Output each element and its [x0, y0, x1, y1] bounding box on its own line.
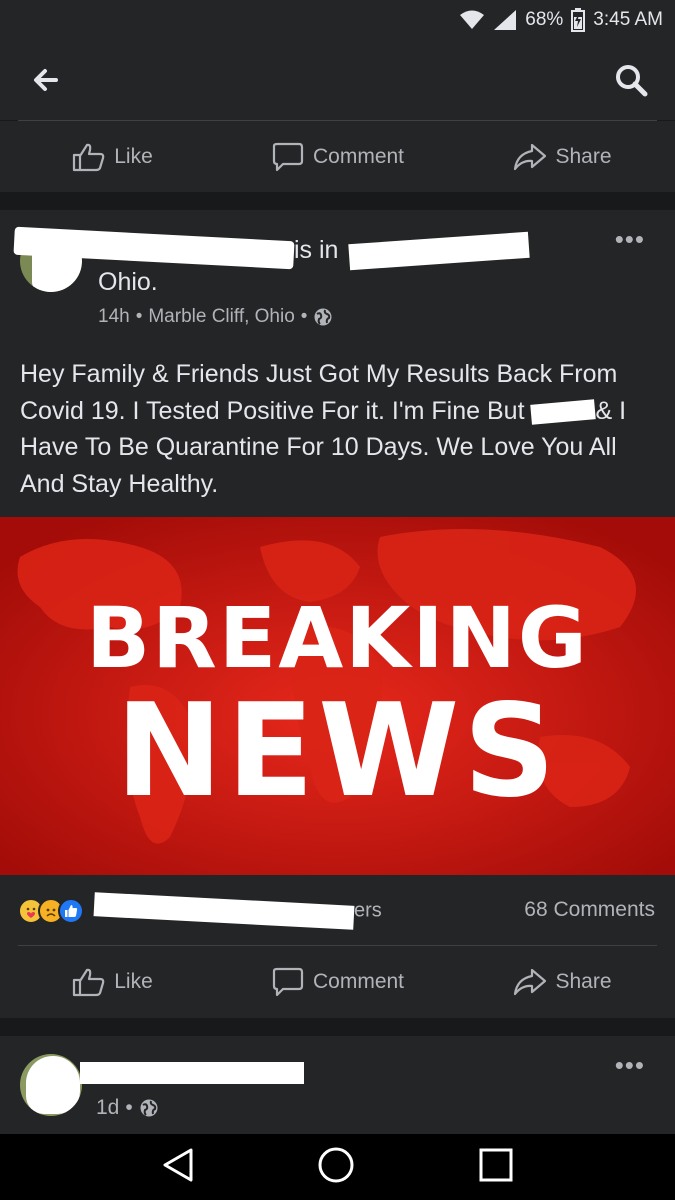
comment-button[interactable]: Comment [225, 946, 450, 1018]
location-redaction [348, 232, 531, 271]
more-options-icon[interactable]: ••• [615, 1052, 645, 1078]
post-meta: 14h • Marble Cliff, Ohio • [98, 306, 333, 328]
share-arrow-icon [514, 968, 547, 996]
back-arrow-icon[interactable] [30, 64, 62, 96]
post-time[interactable]: 14h [98, 306, 130, 328]
post-time[interactable]: 1d [96, 1096, 119, 1120]
meta-separator: • [135, 306, 143, 327]
wifi-icon [459, 10, 485, 30]
android-navigation-bar [0, 1134, 675, 1200]
comment-label: Comment [312, 144, 405, 168]
share-button[interactable]: Share [450, 946, 675, 1018]
comment-bubble-icon [272, 967, 304, 997]
meta-separator: • [125, 1096, 133, 1119]
post-action-bar: Like Comment Share [0, 946, 675, 1018]
feed-gap [0, 1018, 675, 1036]
avatar-redaction [26, 1056, 80, 1114]
clock-time: 3:45 AM [593, 9, 663, 30]
previous-post-action-bar: Like Comment Share [0, 121, 675, 192]
battery-level: 68% [525, 9, 564, 30]
like-label: Like [114, 970, 153, 993]
post-text-part1: Hey Family & Friends Just Got My Results… [20, 360, 618, 425]
reaction-names-tail: ers [354, 899, 382, 922]
battery-icon [571, 8, 586, 32]
news-headline-line1: BREAKING [86, 589, 589, 687]
comment-label: Comment [312, 970, 405, 993]
next-post-card: ••• 1d • [0, 1036, 675, 1134]
like-button[interactable]: Like [0, 946, 225, 1018]
reaction-names[interactable]: ers [93, 892, 382, 930]
author-suffix: is in [294, 236, 339, 264]
news-headline-line2: NEWS [115, 677, 560, 826]
share-button[interactable]: Share [450, 121, 675, 192]
globe-icon [314, 308, 332, 326]
post-card: is in Ohio. ••• 14h • Marble Cliff, Ohio… [0, 210, 675, 1018]
back-triangle-icon[interactable] [161, 1147, 195, 1188]
signal-icon [493, 9, 517, 31]
comment-bubble-icon [272, 142, 304, 171]
feed-gap [0, 192, 675, 210]
thumbs-up-icon [73, 968, 105, 997]
recents-square-icon[interactable] [478, 1147, 514, 1188]
like-reaction-icon [58, 898, 84, 924]
share-label: Share [555, 144, 612, 168]
comment-button[interactable]: Comment [225, 121, 450, 192]
post-place[interactable]: Marble Cliff, Ohio [148, 306, 294, 328]
home-circle-icon[interactable] [317, 1146, 355, 1189]
more-options-icon[interactable]: ••• [615, 226, 645, 252]
comments-count[interactable]: 68 Comments [524, 898, 655, 922]
post-text: Hey Family & Friends Just Got My Results… [20, 356, 660, 502]
share-arrow-icon [514, 143, 547, 170]
post-header: is in Ohio. [98, 232, 598, 298]
globe-icon [140, 1099, 158, 1117]
share-label: Share [555, 970, 612, 993]
avatar[interactable] [20, 1054, 82, 1116]
text-redaction [530, 399, 597, 425]
location-line2[interactable]: Ohio. [98, 268, 158, 296]
like-button[interactable]: Like [0, 121, 225, 192]
status-bar: 68% 3:45 AM [0, 0, 675, 40]
post-meta: 1d • [96, 1096, 159, 1120]
meta-separator: • [300, 306, 308, 327]
search-icon[interactable] [613, 62, 649, 98]
author-name-redaction[interactable] [80, 1062, 304, 1084]
top-navigation [0, 40, 675, 120]
reaction-names-redaction [93, 892, 355, 930]
thumbs-up-icon [73, 143, 105, 171]
like-label: Like [114, 144, 153, 168]
reactions-summary[interactable]: ers [18, 892, 382, 930]
breaking-news-image[interactable]: BREAKING NEWS [0, 517, 675, 875]
